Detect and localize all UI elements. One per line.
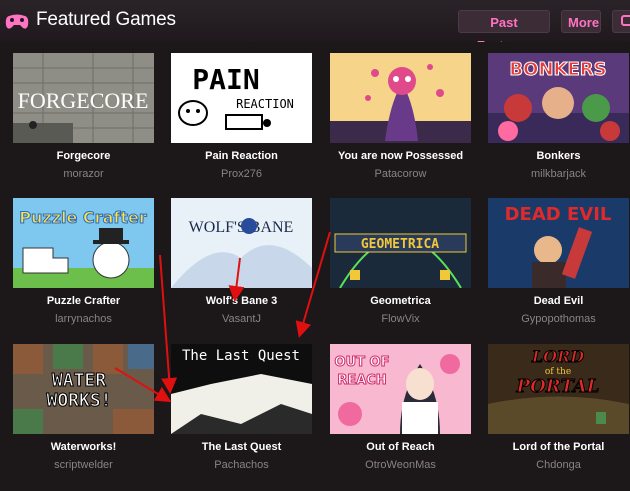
game-title[interactable]: Puzzle Crafter [13,295,154,307]
game-title[interactable]: Pain Reaction [171,150,312,162]
game-thumbnail[interactable]: DEAD EVIL [488,198,629,288]
game-card-lord-of-the-portal[interactable]: LORD of the PORTAL Lord of the Portal Ch… [488,344,629,489]
game-author[interactable]: Chdonga [488,459,629,471]
game-card-geometrica[interactable]: GEOMETRICA Geometrica FlowVix [330,198,471,343]
game-author[interactable]: OtroWeonMas [330,459,471,471]
game-card-you-are-now-possessed[interactable]: You are now Possessed Patacorow [330,53,471,198]
game-card-dead-evil[interactable]: DEAD EVIL Dead Evil Gypopothomas [488,198,629,343]
svg-text:PAIN: PAIN [192,63,259,96]
game-title[interactable]: Waterworks! [13,441,154,453]
game-title[interactable]: Lord of the Portal [488,441,629,453]
svg-text:WORKS!: WORKS! [46,390,111,411]
game-title[interactable]: The Last Quest [171,441,312,453]
game-card-waterworks[interactable]: WATER WORKS! Waterworks! scriptwelder [13,344,154,489]
menu-icon[interactable] [612,10,630,33]
more-button[interactable]: More [561,10,601,33]
game-author[interactable]: Prox276 [171,168,312,180]
game-author[interactable]: Pachachos [171,459,312,471]
game-thumbnail[interactable]: GEOMETRICA [330,198,471,288]
game-title[interactable]: Bonkers [488,150,629,162]
page-title: Featured Games [36,9,176,30]
svg-text:LORD: LORD [531,347,584,366]
svg-text:The Last Quest: The Last Quest [182,348,300,364]
game-title[interactable]: Geometrica [330,295,471,307]
game-author[interactable]: VasantJ [171,313,312,325]
game-thumbnail[interactable] [330,53,471,143]
svg-text:REACTION: REACTION [236,97,294,111]
game-thumbnail[interactable]: FORGECORE [13,53,154,143]
svg-text:PORTAL: PORTAL [516,376,600,397]
svg-text:GEOMETRICA: GEOMETRICA [361,237,439,252]
game-title[interactable]: You are now Possessed [330,150,471,162]
game-card-forgecore[interactable]: FORGECORE Forgecore morazor [13,53,154,198]
game-author[interactable]: larrynachos [13,313,154,325]
game-thumbnail[interactable]: WATER WORKS! [13,344,154,434]
featured-games-header: Featured Games Past Features More [0,0,630,53]
game-title[interactable]: Wolf's Bane 3 [171,295,312,307]
game-thumbnail[interactable]: Puzzle Crafter [13,198,154,288]
game-thumbnail[interactable]: WOLF'S BANE [171,198,312,288]
game-thumbnail[interactable]: BONKERS [488,53,629,143]
game-title[interactable]: Dead Evil [488,295,629,307]
game-thumbnail[interactable]: PAIN REACTION [171,53,312,143]
svg-text:Puzzle Crafter: Puzzle Crafter [19,208,147,227]
svg-text:FORGECORE: FORGECORE [18,88,149,113]
game-author[interactable]: Gypopothomas [488,313,629,325]
game-author[interactable]: Patacorow [330,168,471,180]
game-thumbnail[interactable]: OUT OF REACH [330,344,471,434]
game-card-puzzle-crafter[interactable]: Puzzle Crafter Puzzle Crafter larrynacho… [13,198,154,343]
game-card-bonkers[interactable]: BONKERS Bonkers milkbarjack [488,53,629,198]
game-author[interactable]: milkbarjack [488,168,629,180]
game-thumbnail[interactable]: The Last Quest [171,344,312,434]
svg-text:OUT OF: OUT OF [335,355,390,370]
svg-text:BONKERS: BONKERS [509,59,606,80]
game-title[interactable]: Out of Reach [330,441,471,453]
game-card-out-of-reach[interactable]: OUT OF REACH Out of Reach OtroWeonMas [330,344,471,489]
game-author[interactable]: FlowVix [330,313,471,325]
game-author[interactable]: scriptwelder [13,459,154,471]
svg-text:DEAD EVIL: DEAD EVIL [505,204,612,225]
game-author[interactable]: morazor [13,168,154,180]
game-card-the-last-quest[interactable]: The Last Quest The Last Quest Pachachos [171,344,312,489]
past-features-button[interactable]: Past Features [458,10,550,53]
svg-text:WATER: WATER [52,370,106,391]
svg-text:REACH: REACH [337,373,386,388]
game-card-wolfs-bane-3[interactable]: WOLF'S BANE Wolf's Bane 3 VasantJ [171,198,312,343]
game-card-pain-reaction[interactable]: PAIN REACTION Pain Reaction Prox276 [171,53,312,198]
game-title[interactable]: Forgecore [13,150,154,162]
game-thumbnail[interactable]: LORD of the PORTAL [488,344,629,434]
gamepad-logo-icon [4,8,30,34]
featured-games-grid: FORGECORE Forgecore morazor PAIN REACTIO… [0,42,630,491]
svg-text:WOLF'S BANE: WOLF'S BANE [189,219,294,236]
